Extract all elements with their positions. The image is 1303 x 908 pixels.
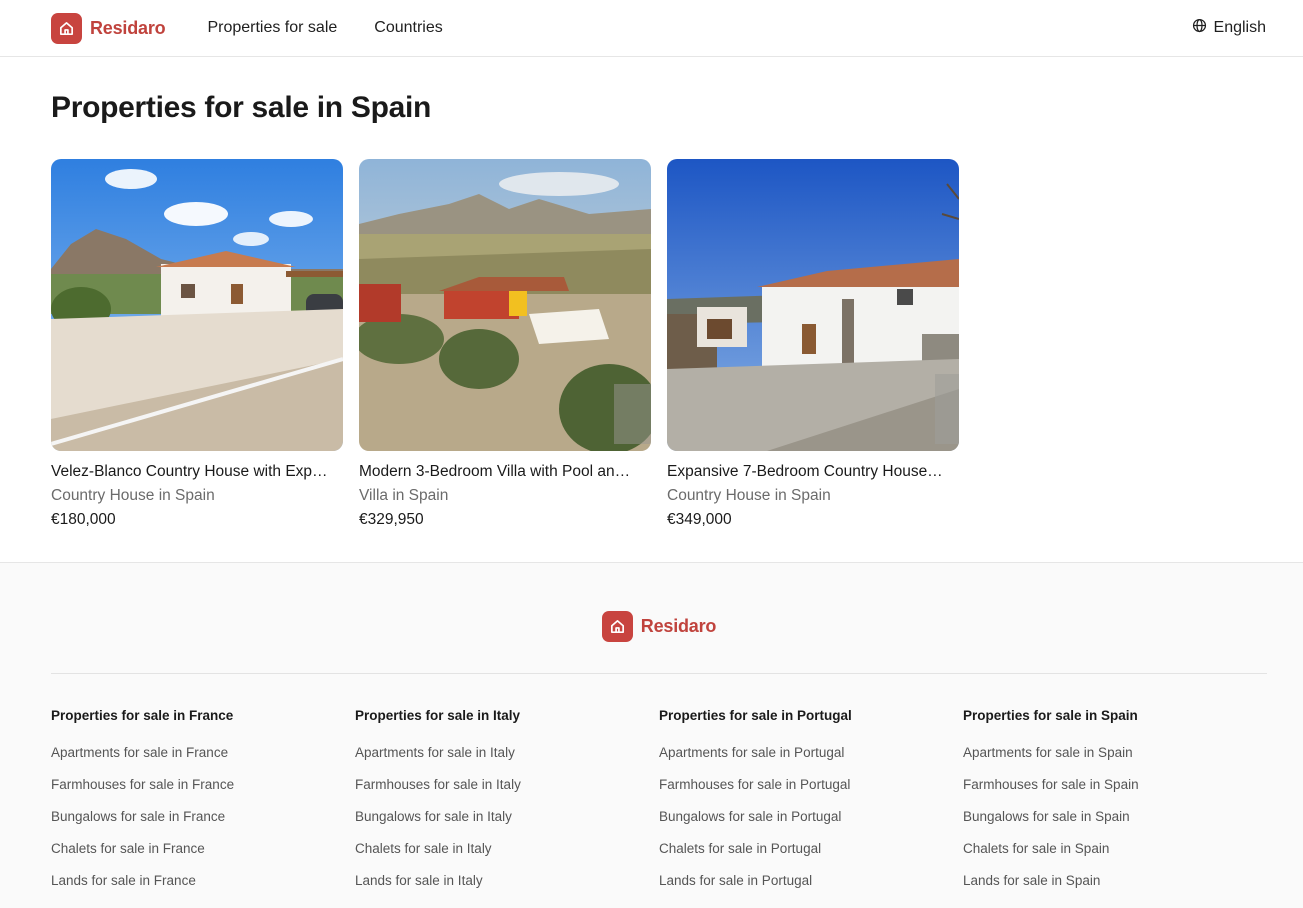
footer-column-italy: Properties for sale in Italy Apartments … <box>355 708 659 905</box>
property-photo[interactable] <box>667 159 959 451</box>
footer-link[interactable]: Apartments for sale in France <box>51 745 355 761</box>
footer-link[interactable]: Farmhouses for sale in Portugal <box>659 777 963 793</box>
footer-link[interactable]: Apartments for sale in Spain <box>963 745 1267 761</box>
property-photo[interactable] <box>51 159 343 451</box>
footer-link[interactable]: Bungalows for sale in Portugal <box>659 809 963 825</box>
brand-name: Residaro <box>90 17 166 38</box>
footer-brand: Residaro <box>51 563 1267 674</box>
footer-column-france: Properties for sale in France Apartments… <box>51 708 355 905</box>
footer-column-title: Properties for sale in Spain <box>963 708 1138 723</box>
globe-icon <box>1192 18 1207 38</box>
property-title[interactable]: Modern 3-Bedroom Villa with Pool an… <box>359 463 651 481</box>
footer-link[interactable]: Apartments for sale in Italy <box>355 745 659 761</box>
footer-link[interactable]: Lands for sale in Spain <box>963 873 1267 889</box>
footer-link[interactable]: Lands for sale in Italy <box>355 873 659 889</box>
footer-column-portugal: Properties for sale in Portugal Apartmen… <box>659 708 963 905</box>
property-card-list: Velez-Blanco Country House with Exp… Cou… <box>51 159 1252 529</box>
footer-column-title: Properties for sale in Italy <box>355 708 521 723</box>
property-photo[interactable] <box>359 159 651 451</box>
property-price: €180,000 <box>51 511 116 528</box>
footer-link[interactable]: Apartments for sale in Portugal <box>659 745 963 761</box>
footer-link[interactable]: Bungalows for sale in Italy <box>355 809 659 825</box>
property-type: Villa in Spain <box>359 487 449 504</box>
property-card[interactable]: Velez-Blanco Country House with Exp… Cou… <box>51 159 343 529</box>
footer-link[interactable]: Chalets for sale in Spain <box>963 841 1267 857</box>
footer-column-title: Properties for sale in France <box>51 708 234 723</box>
footer-link[interactable]: Chalets for sale in Portugal <box>659 841 963 857</box>
footer-brand-link[interactable]: Residaro <box>601 611 717 642</box>
main-content: Properties for sale in Spain Velez-Blanc… <box>0 57 1303 562</box>
footer-link[interactable]: Farmhouses for sale in Spain <box>963 777 1267 793</box>
site-footer: Residaro Properties for sale in France A… <box>0 562 1303 908</box>
house-icon <box>601 611 633 642</box>
language-label: English <box>1213 19 1266 36</box>
footer-link[interactable]: Farmhouses for sale in France <box>51 777 355 793</box>
page-title: Properties for sale in Spain <box>51 91 432 124</box>
footer-column-spain: Properties for sale in Spain Apartments … <box>963 708 1267 905</box>
footer-link[interactable]: Chalets for sale in Italy <box>355 841 659 857</box>
language-selector[interactable]: English <box>1192 18 1266 38</box>
property-card[interactable]: Modern 3-Bedroom Villa with Pool an… Vil… <box>359 159 651 529</box>
property-card[interactable]: Expansive 7-Bedroom Country House… Count… <box>667 159 959 529</box>
property-price: €349,000 <box>667 511 732 528</box>
footer-link[interactable]: Bungalows for sale in France <box>51 809 355 825</box>
footer-brand-name: Residaro <box>640 616 717 636</box>
footer-link[interactable]: Farmhouses for sale in Italy <box>355 777 659 793</box>
property-type: Country House in Spain <box>667 487 831 504</box>
footer-link[interactable]: Lands for sale in Portugal <box>659 873 963 889</box>
property-title[interactable]: Velez-Blanco Country House with Exp… <box>51 463 343 481</box>
footer-link[interactable]: Chalets for sale in France <box>51 841 355 857</box>
footer-column-title: Properties for sale in Portugal <box>659 708 852 723</box>
property-type: Country House in Spain <box>51 487 215 504</box>
main-nav: Properties for sale Countries <box>207 19 442 37</box>
footer-link[interactable]: Bungalows for sale in Spain <box>963 809 1267 825</box>
house-icon <box>51 12 82 44</box>
nav-properties-for-sale[interactable]: Properties for sale <box>207 19 337 37</box>
property-title[interactable]: Expansive 7-Bedroom Country House… <box>667 463 959 481</box>
property-price: €329,950 <box>359 511 424 528</box>
nav-countries[interactable]: Countries <box>374 19 442 37</box>
footer-link[interactable]: Lands for sale in France <box>51 873 355 889</box>
footer-link-columns: Properties for sale in France Apartments… <box>51 674 1267 905</box>
brand-logo-link[interactable]: Residaro <box>51 12 166 44</box>
top-navbar: Residaro Properties for sale Countries E… <box>0 0 1303 57</box>
